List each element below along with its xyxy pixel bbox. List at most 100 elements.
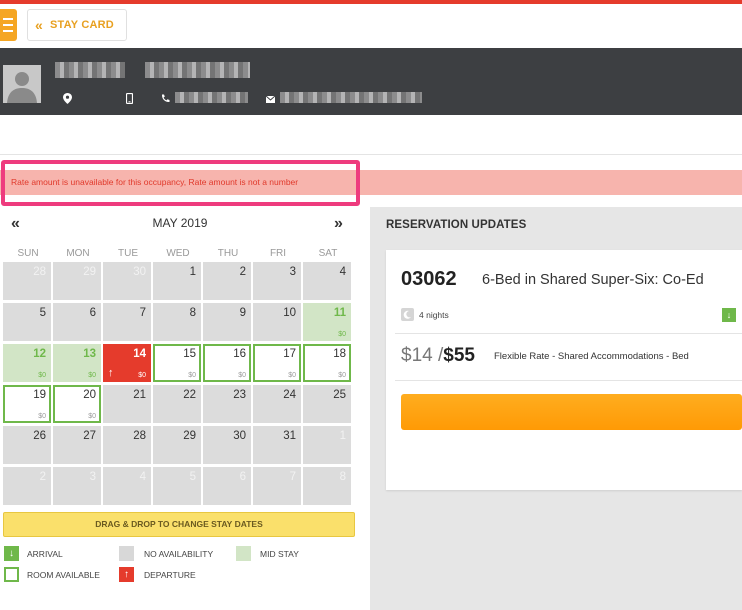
calendar-day-none[interactable]: 4: [303, 262, 351, 300]
calendar-day-faded[interactable]: 7: [253, 467, 301, 505]
mobile-phone-icon: [125, 92, 134, 107]
day-number: 3: [89, 471, 96, 483]
day-number: 8: [339, 471, 346, 483]
calendar-day-none[interactable]: 28: [103, 426, 151, 464]
day-number: 11: [333, 307, 346, 319]
calendar-day-none[interactable]: 7: [103, 303, 151, 341]
calendar-day-available[interactable]: 20 $0: [53, 385, 101, 423]
day-number: 12: [33, 348, 46, 360]
calendar-day-available[interactable]: 18 $0: [303, 344, 351, 382]
error-highlight-box: [1, 160, 360, 206]
calendar-day-mid[interactable]: 11 $0: [303, 303, 351, 341]
arrival-indicator-icon: ↓: [722, 308, 736, 322]
legend-room-available: ROOM AVAILABLE: [27, 570, 100, 580]
legend-mid-stay: MID STAY: [260, 549, 299, 559]
day-number: 19: [33, 389, 46, 401]
calendar-day-none[interactable]: 5: [3, 303, 51, 341]
calendar-day-faded[interactable]: 1: [303, 426, 351, 464]
calendar-day-departure[interactable]: 14 $0 ↑: [103, 344, 151, 382]
calendar-day-none[interactable]: 9: [203, 303, 251, 341]
calendar-day-none[interactable]: 25: [303, 385, 351, 423]
calendar-day-available[interactable]: 16 $0: [203, 344, 251, 382]
calendar-day-none[interactable]: 6: [53, 303, 101, 341]
day-number: 30: [233, 430, 246, 442]
day-price: $0: [288, 372, 296, 379]
day-number: 13: [83, 348, 96, 360]
old-rate: $14: [401, 345, 433, 366]
day-number: 3: [289, 266, 296, 278]
day-number: 28: [33, 266, 46, 278]
calendar-day-none[interactable]: 21: [103, 385, 151, 423]
day-number: 7: [289, 471, 296, 483]
calendar-day-none[interactable]: 27: [53, 426, 101, 464]
calendar-day-none[interactable]: 22: [153, 385, 201, 423]
day-number: 2: [239, 266, 246, 278]
day-number: 8: [189, 307, 196, 319]
day-number: 25: [333, 389, 346, 401]
new-rate: $55: [443, 345, 475, 366]
calendar-day-none[interactable]: 1: [153, 262, 201, 300]
day-number: 20: [83, 389, 96, 401]
calendar-day-faded[interactable]: 5: [153, 467, 201, 505]
calendar-day-faded[interactable]: 30: [103, 262, 151, 300]
calendar-day-faded[interactable]: 6: [203, 467, 251, 505]
room-type: 6-Bed in Shared Super-Six: Co-Ed: [482, 272, 704, 288]
calendar-day-faded[interactable]: 3: [53, 467, 101, 505]
guest-name-last: [145, 62, 250, 78]
day-number: 10: [283, 307, 296, 319]
calendar-day-available[interactable]: 15 $0: [153, 344, 201, 382]
day-number: 18: [333, 348, 346, 360]
guest-name: [55, 62, 125, 78]
day-number: 26: [33, 430, 46, 442]
day-price: $0: [38, 413, 46, 420]
calendar-day-none[interactable]: 24: [253, 385, 301, 423]
day-number: 5: [189, 471, 196, 483]
day-number: 4: [139, 471, 146, 483]
room-available-swatch: [4, 567, 19, 582]
weekday-label: FRI: [269, 248, 287, 259]
day-number: 28: [133, 430, 146, 442]
calendar-day-available[interactable]: 17 $0: [253, 344, 301, 382]
calendar-day-faded[interactable]: 29: [53, 262, 101, 300]
calendar-day-none[interactable]: 8: [153, 303, 201, 341]
calendar-day-available[interactable]: 19 $0: [3, 385, 51, 423]
guest-header: [0, 48, 742, 115]
hamburger-menu-icon[interactable]: [0, 9, 17, 41]
calendar-day-none[interactable]: 3: [253, 262, 301, 300]
calendar-day-none[interactable]: 30: [203, 426, 251, 464]
calendar-day-faded[interactable]: 2: [3, 467, 51, 505]
day-price: $0: [138, 372, 146, 379]
legend-arrival: ARRIVAL: [27, 549, 63, 559]
calendar-day-none[interactable]: 26: [3, 426, 51, 464]
calendar-day-faded[interactable]: 8: [303, 467, 351, 505]
avatar: [3, 65, 41, 103]
double-chevron-left-icon: «: [35, 17, 43, 33]
calendar-day-none[interactable]: 23: [203, 385, 251, 423]
day-price: $0: [238, 372, 246, 379]
confirm-update-button[interactable]: [401, 394, 742, 430]
divider: [395, 380, 742, 381]
day-number: 1: [339, 430, 346, 442]
day-number: 29: [183, 430, 196, 442]
divider: [395, 333, 742, 334]
rate-amount: $14 /$55: [401, 345, 475, 367]
calendar-day-faded[interactable]: 4: [103, 467, 151, 505]
weekday-label: MON: [66, 248, 90, 259]
stay-card-button[interactable]: « STAY CARD: [27, 9, 127, 41]
stay-card-label: STAY CARD: [50, 19, 114, 31]
day-number: 4: [339, 266, 346, 278]
calendar-day-none[interactable]: 31: [253, 426, 301, 464]
calendar-day-none[interactable]: 29: [153, 426, 201, 464]
calendar-day-mid[interactable]: 13 $0: [53, 344, 101, 382]
day-number: 1: [189, 266, 196, 278]
calendar-day-mid[interactable]: 12 $0: [3, 344, 51, 382]
calendar-day-none[interactable]: 10: [253, 303, 301, 341]
departure-arrow-icon: ↑: [108, 367, 114, 379]
weekday-label: THU: [217, 248, 239, 259]
calendar-day-none[interactable]: 2: [203, 262, 251, 300]
day-number: 24: [283, 389, 296, 401]
day-price: $0: [88, 413, 96, 420]
next-month-button[interactable]: »: [334, 215, 343, 233]
phone-icon: [161, 94, 170, 106]
calendar-day-faded[interactable]: 28: [3, 262, 51, 300]
